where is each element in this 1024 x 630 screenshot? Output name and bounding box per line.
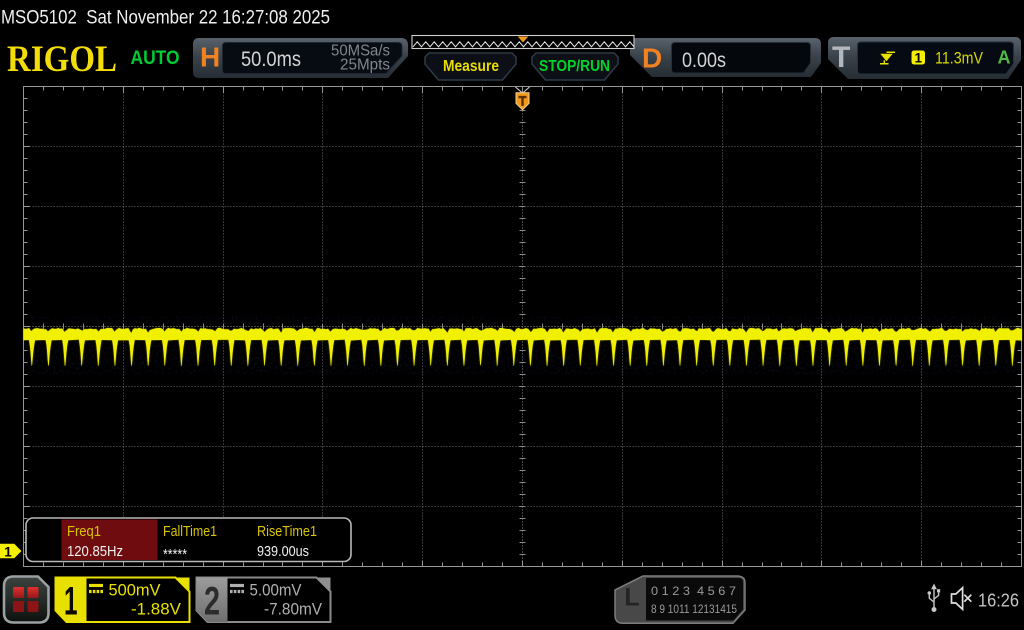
svg-text:T: T — [832, 41, 850, 74]
svg-text:0 1 2 3 4 5 6 7: 0 1 2 3 4 5 6 7 — [651, 586, 736, 598]
svg-text:50.0ms: 50.0ms — [241, 47, 301, 71]
svg-text:A: A — [998, 48, 1011, 68]
svg-text:500mV: 500mV — [109, 581, 162, 600]
svg-text:AUTO: AUTO — [131, 47, 180, 69]
svg-text:RiseTime1: RiseTime1 — [257, 523, 317, 540]
svg-text:-7.80mV: -7.80mV — [264, 600, 323, 619]
svg-text:120.85Hz: 120.85Hz — [67, 543, 123, 560]
svg-text:8 9 1011 12131415: 8 9 1011 12131415 — [651, 604, 737, 616]
svg-text:939.00us: 939.00us — [257, 543, 309, 560]
svg-text:11.3mV: 11.3mV — [935, 49, 983, 67]
svg-text:L: L — [624, 584, 639, 612]
svg-text:MSO5102 Sat November 22 16:27: MSO5102 Sat November 22 16:27:08 2025 — [1, 8, 330, 29]
svg-text:*****: ***** — [163, 546, 187, 563]
svg-text:D: D — [642, 43, 662, 74]
svg-text:RIGOL: RIGOL — [7, 39, 117, 80]
svg-text:Measure: Measure — [443, 58, 499, 75]
svg-text:1: 1 — [64, 580, 78, 624]
svg-text:16:26: 16:26 — [978, 590, 1019, 611]
svg-text:0.00s: 0.00s — [682, 48, 726, 72]
svg-text:STOP/RUN: STOP/RUN — [539, 58, 610, 75]
svg-text:1: 1 — [4, 545, 12, 560]
svg-text:-1.88V: -1.88V — [131, 600, 182, 619]
svg-text:5.00mV: 5.00mV — [250, 581, 303, 600]
svg-text:H: H — [200, 42, 220, 73]
svg-text:FallTime1: FallTime1 — [163, 523, 217, 540]
svg-text:Freq1: Freq1 — [67, 523, 101, 540]
svg-text:25Mpts: 25Mpts — [340, 57, 390, 74]
svg-text:2: 2 — [204, 580, 220, 624]
svg-text:1: 1 — [914, 51, 922, 66]
